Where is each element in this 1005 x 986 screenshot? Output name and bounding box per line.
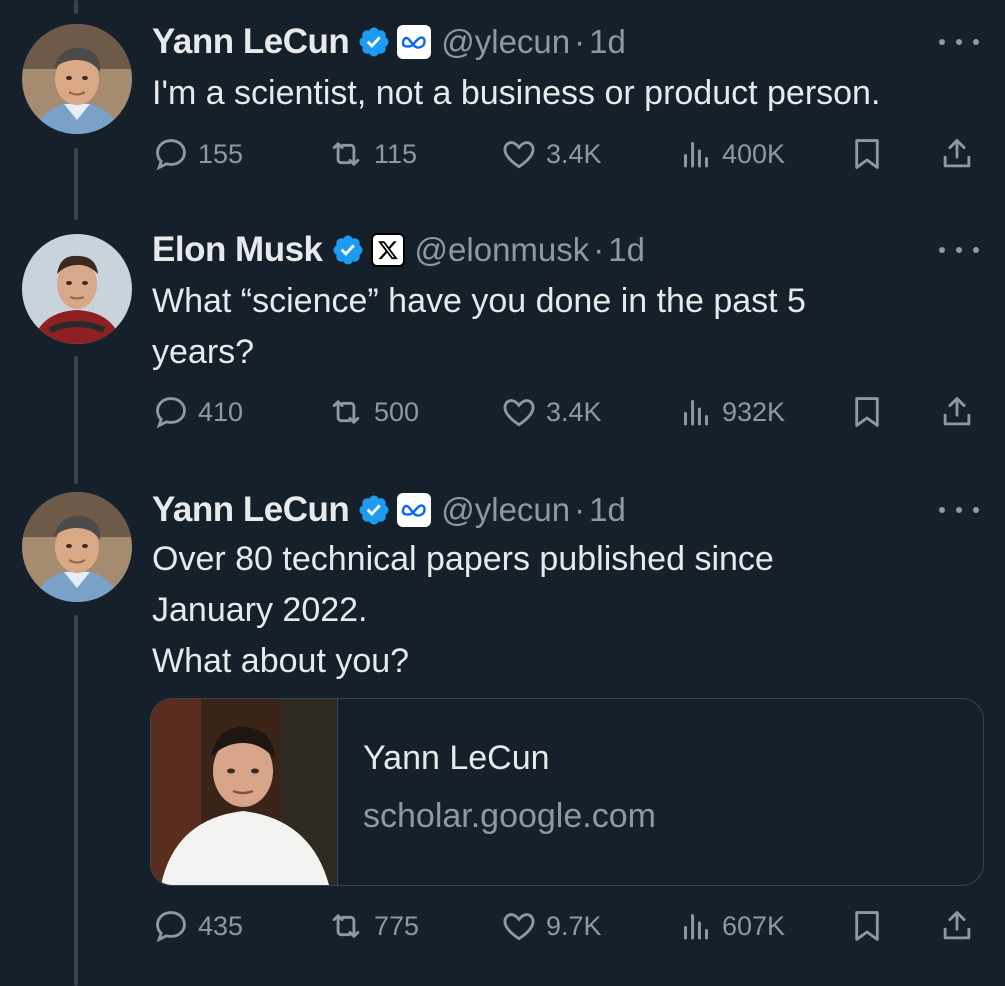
reply-button[interactable]: 155 — [152, 134, 243, 174]
separator-dot: · — [574, 23, 586, 60]
views-chart-icon — [684, 142, 708, 168]
separator-dot: · — [574, 491, 586, 528]
avatar-elon-musk[interactable] — [22, 234, 132, 344]
tweet-text-line: What “science” have you done in the past… — [152, 282, 806, 320]
share-icon — [943, 397, 971, 426]
author-handle[interactable]: @ylecun — [441, 491, 570, 529]
tweet-timestamp[interactable]: 1d — [589, 491, 626, 529]
tweet[interactable]: Yann LeCun @ylecun · 1d I'm a scientist,… — [0, 0, 1005, 200]
views-button[interactable]: 400K — [678, 134, 785, 174]
views-button[interactable]: 932K — [678, 392, 785, 432]
tweet-header: Elon Musk @elonmusk · 1d — [152, 228, 645, 272]
separator-dot: · — [593, 231, 605, 268]
view-count: 607K — [722, 910, 786, 941]
reply-button[interactable]: 435 — [152, 906, 243, 946]
more-options-icon[interactable] — [939, 500, 979, 520]
like-count: 9.7K — [546, 910, 602, 941]
more-options-icon[interactable] — [939, 240, 979, 260]
tweet-actions: 410 500 3.4K 932K — [152, 392, 982, 432]
retweet-button[interactable]: 775 — [326, 906, 419, 946]
tweet-header: Yann LeCun @ylecun · 1d — [152, 488, 626, 532]
tweet-actions: 155 115 3.4K 400K — [152, 134, 982, 174]
author-name[interactable]: Yann LeCun — [152, 490, 350, 530]
heart-icon — [503, 141, 535, 169]
views-chart-icon — [684, 400, 708, 426]
tweet-text-line: I'm a scientist, not a business or produ… — [152, 74, 881, 112]
avatar-yann-lecun[interactable] — [22, 492, 132, 602]
reply-icon — [156, 397, 186, 429]
tweet-header: Yann LeCun @ylecun · 1d — [152, 20, 626, 64]
author-handle[interactable]: @ylecun — [441, 23, 570, 61]
views-chart-icon — [684, 914, 708, 940]
reply-count: 155 — [198, 138, 244, 169]
heart-icon — [503, 913, 535, 941]
tweet-text-line: years? — [152, 333, 255, 371]
share-icon — [943, 139, 971, 168]
tweet-timestamp[interactable]: 1d — [589, 23, 626, 61]
tweet-text-line: January 2022. — [152, 591, 368, 629]
author-handle[interactable]: @elonmusk — [415, 231, 590, 269]
verified-badge-icon[interactable] — [357, 25, 391, 59]
share-button[interactable] — [938, 134, 976, 174]
bookmark-button[interactable] — [848, 134, 886, 174]
retweet-count: 500 — [374, 396, 420, 427]
reply-count: 410 — [198, 396, 244, 427]
more-options-icon[interactable] — [939, 32, 979, 52]
tweet-text-line: Over 80 technical papers published since — [152, 540, 774, 578]
bookmark-button[interactable] — [848, 392, 886, 432]
bookmark-icon — [855, 139, 879, 169]
link-card-title[interactable]: Yann LeCun — [363, 739, 550, 778]
like-button[interactable]: 9.7K — [500, 906, 602, 946]
share-button[interactable] — [938, 906, 976, 946]
retweet-button[interactable]: 115 — [326, 134, 417, 174]
reply-count: 435 — [198, 910, 244, 941]
link-preview-image — [151, 699, 338, 885]
tweet-actions: 435 775 9.7K 607K — [152, 906, 982, 946]
bookmark-icon — [855, 397, 879, 427]
views-button[interactable]: 607K — [678, 906, 785, 946]
like-button[interactable]: 3.4K — [500, 392, 602, 432]
share-icon — [943, 911, 971, 940]
verified-badge-icon[interactable] — [331, 233, 365, 267]
tweet[interactable]: Elon Musk @elonmusk · 1d What “science” … — [0, 220, 1005, 480]
share-button[interactable] — [938, 392, 976, 432]
tweet[interactable]: Yann LeCun @ylecun · 1d Over 80 technica… — [0, 480, 1005, 986]
bookmark-icon — [855, 911, 879, 941]
view-count: 400K — [722, 138, 786, 169]
meta-logo-icon[interactable] — [397, 25, 432, 59]
verified-badge-icon[interactable] — [357, 493, 391, 527]
author-name[interactable]: Elon Musk — [152, 230, 323, 270]
meta-logo-icon[interactable] — [397, 493, 432, 527]
link-card-domain[interactable]: scholar.google.com — [363, 797, 656, 836]
reply-button[interactable]: 410 — [152, 392, 243, 432]
author-name[interactable]: Yann LeCun — [152, 22, 350, 62]
tweet-text-line: What about you? — [152, 642, 410, 680]
tweet-timestamp[interactable]: 1d — [608, 231, 645, 269]
tweet-text: Over 80 technical papers published since… — [152, 534, 972, 687]
retweet-count: 775 — [374, 910, 420, 941]
like-count: 3.4K — [546, 138, 602, 169]
retweet-button[interactable]: 500 — [326, 392, 419, 432]
reply-icon — [156, 911, 186, 943]
bookmark-button[interactable] — [848, 906, 886, 946]
heart-icon — [503, 399, 535, 427]
reply-icon — [156, 139, 186, 171]
view-count: 932K — [722, 396, 786, 427]
x-logo-icon[interactable] — [370, 233, 405, 267]
retweet-icon — [332, 400, 360, 424]
like-button[interactable]: 3.4K — [500, 134, 602, 174]
link-preview-card[interactable]: Yann LeCun scholar.google.com — [150, 698, 984, 886]
tweet-text: I'm a scientist, not a business or produ… — [152, 68, 972, 119]
retweet-icon — [332, 142, 360, 166]
avatar-yann-lecun[interactable] — [22, 24, 132, 134]
like-count: 3.4K — [546, 396, 602, 427]
tweet-text: What “science” have you done in the past… — [152, 276, 972, 378]
retweet-icon — [332, 914, 360, 938]
retweet-count: 115 — [374, 138, 418, 169]
